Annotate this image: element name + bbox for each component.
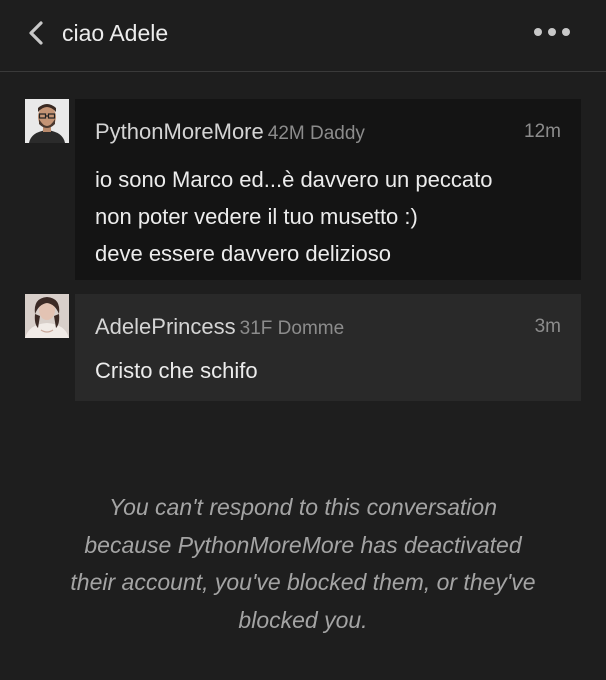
message-time: 3m bbox=[534, 316, 561, 337]
notice-line: their account, you've blocked them, or t… bbox=[70, 569, 536, 595]
user-photo-icon bbox=[25, 99, 69, 143]
user-photo-icon bbox=[25, 294, 69, 338]
notice-line: because PythonMoreMore has deactivated bbox=[84, 531, 522, 558]
message-line: io sono Marco ed...è davvero un peccato bbox=[95, 167, 493, 192]
message-line: Cristo che schifo bbox=[95, 358, 258, 383]
conversation-header: ciao Adele bbox=[0, 0, 606, 72]
message-bubble: AdelePrincess 31F Domme 3m Cristo che sch… bbox=[75, 294, 581, 401]
conversation-title: ciao Adele bbox=[62, 20, 169, 46]
sender-meta: 31F Domme bbox=[239, 318, 345, 339]
back-button[interactable] bbox=[22, 18, 52, 48]
cannot-respond-notice: You can't respond to this conversation b… bbox=[40, 489, 566, 639]
sender-meta: 42M Daddy bbox=[267, 123, 365, 144]
more-options-button[interactable] bbox=[532, 22, 572, 42]
message-line: non poter vedere il tuo musetto :) bbox=[95, 204, 418, 229]
notice-line: You can't respond to this conversation bbox=[109, 494, 497, 520]
sender-name[interactable]: AdelePrincess bbox=[95, 314, 236, 339]
message-text: io sono Marco ed...è davvero un peccato … bbox=[95, 161, 565, 272]
message-header: AdelePrincess 31F Domme 3m bbox=[95, 314, 561, 340]
message-line: deve essere davvero delizioso bbox=[95, 241, 391, 266]
notice-line: blocked you. bbox=[238, 606, 368, 633]
avatar-pythonmoremore[interactable] bbox=[25, 99, 69, 143]
message-bubble: PythonMoreMore 42M Daddy 12m io sono Marc… bbox=[75, 99, 581, 280]
sender-name[interactable]: PythonMoreMore bbox=[95, 119, 264, 144]
more-horizontal-icon bbox=[534, 28, 570, 36]
message-header: PythonMoreMore 42M Daddy 12m bbox=[95, 119, 561, 145]
message-time: 12m bbox=[524, 121, 561, 142]
avatar-adeleprincess[interactable] bbox=[25, 294, 69, 338]
chevron-left-icon bbox=[29, 21, 43, 45]
message-text: Cristo che schifo bbox=[95, 352, 565, 389]
